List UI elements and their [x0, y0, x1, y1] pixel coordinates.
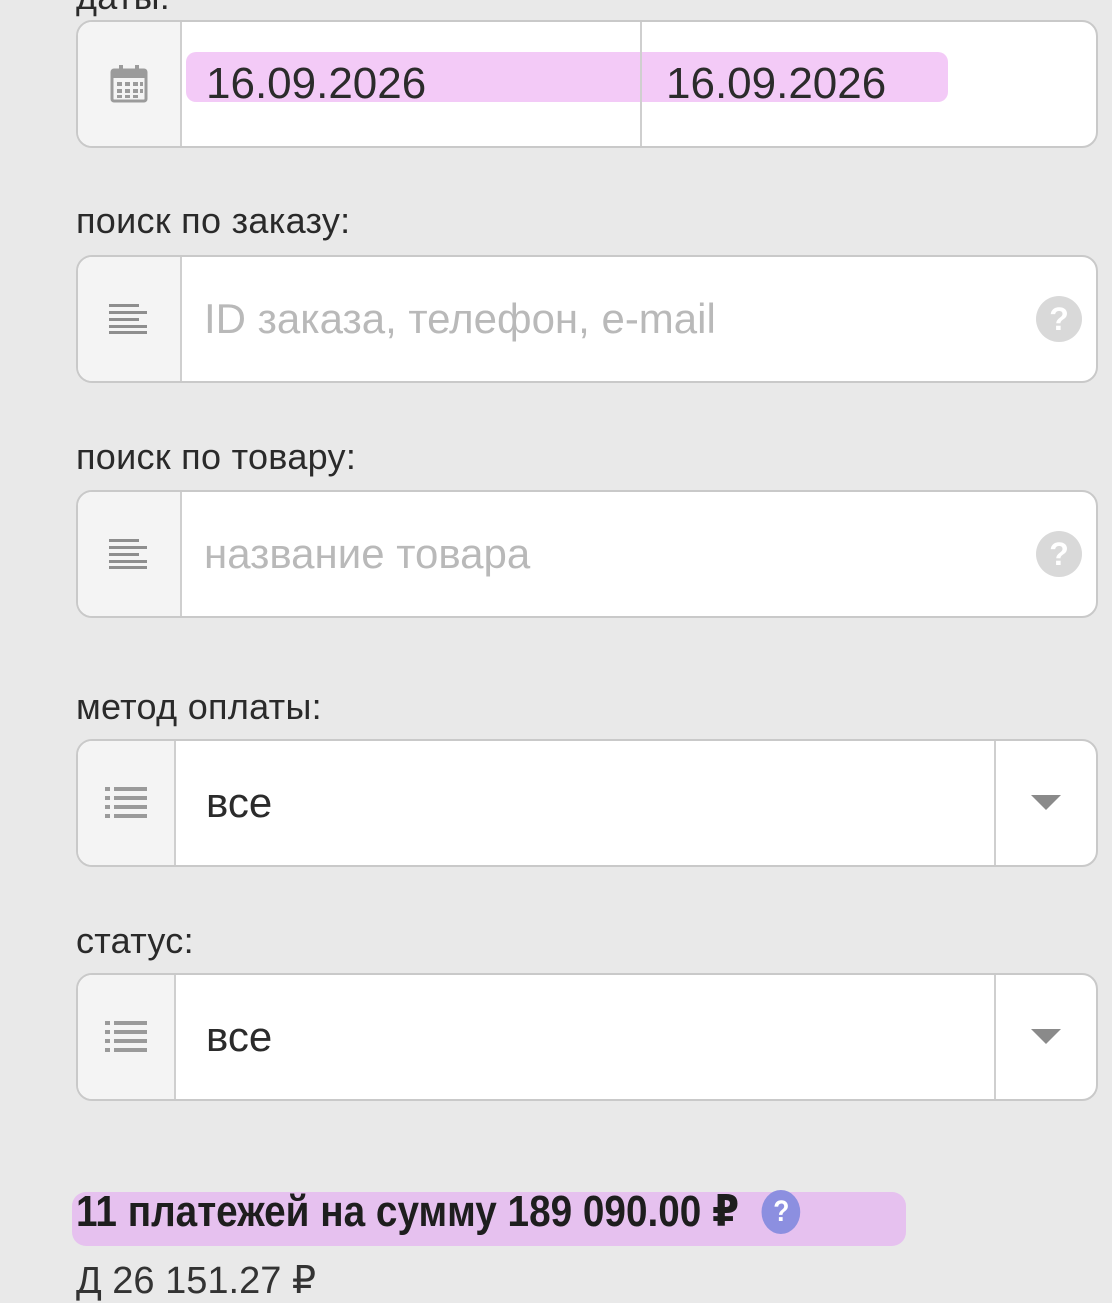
product-search-addon — [78, 492, 182, 616]
payments-summary: 11 платежей на сумму 189 090.00 ₽ ? — [76, 1186, 801, 1237]
payment-method-select[interactable]: все — [76, 739, 1098, 867]
chevron-down-icon — [1031, 795, 1061, 810]
order-search-input[interactable] — [182, 257, 1036, 381]
order-search-field: ? — [76, 255, 1098, 383]
status-dropdown-toggle[interactable] — [994, 975, 1096, 1099]
summary-secondary-line: Д 26 151.27 ₽ — [76, 1260, 317, 1302]
payment-method-addon — [78, 741, 176, 865]
order-search-help-icon[interactable]: ? — [1036, 296, 1082, 342]
summary-text: 11 платежей на сумму 189 090.00 ₽ — [76, 1187, 740, 1236]
status-label: статус: — [76, 920, 194, 961]
product-search-field: ? — [76, 490, 1098, 618]
date-range-field: 16.09.2026 16.09.2026 — [76, 20, 1098, 148]
order-search-label: поиск по заказу: — [76, 200, 351, 241]
calendar-icon — [110, 65, 148, 103]
text-lines-icon — [109, 304, 147, 334]
product-search-input[interactable] — [182, 492, 1036, 616]
product-search-help-icon[interactable]: ? — [1036, 531, 1082, 577]
status-addon — [78, 975, 176, 1099]
text-lines-icon — [109, 539, 147, 569]
list-icon — [105, 787, 147, 818]
date-label: даты: — [76, 0, 170, 18]
status-select[interactable]: все — [76, 973, 1098, 1101]
calendar-addon[interactable] — [78, 22, 182, 146]
list-icon — [105, 1021, 147, 1052]
date-to-input[interactable]: 16.09.2026 — [640, 22, 1096, 146]
date-from-input[interactable]: 16.09.2026 — [182, 22, 640, 146]
status-value[interactable]: все — [176, 975, 994, 1099]
payment-method-value[interactable]: все — [176, 741, 994, 865]
summary-help-icon[interactable]: ? — [761, 1189, 801, 1234]
payment-method-dropdown-toggle[interactable] — [994, 741, 1096, 865]
payment-method-label: метод оплаты: — [76, 686, 322, 727]
order-search-addon — [78, 257, 182, 381]
product-search-label: поиск по товару: — [76, 436, 357, 477]
chevron-down-icon — [1031, 1029, 1061, 1044]
